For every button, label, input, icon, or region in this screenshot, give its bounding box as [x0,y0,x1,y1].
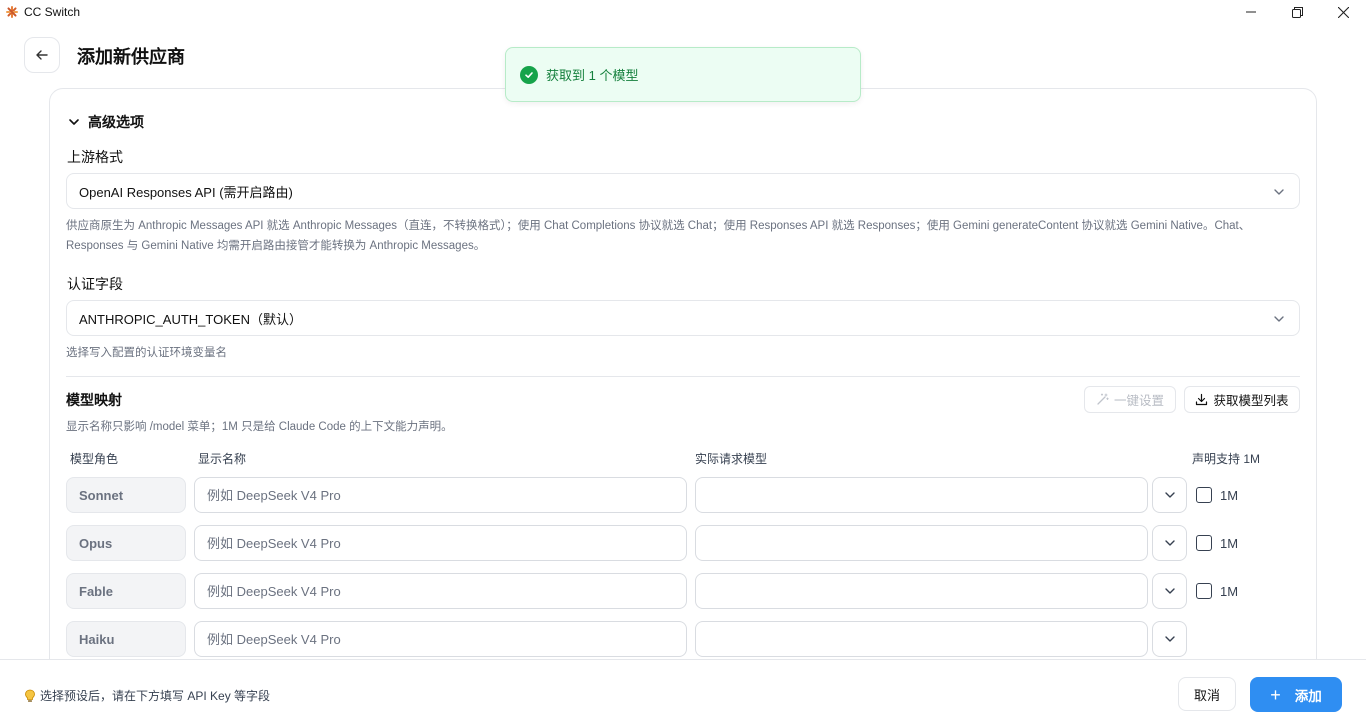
add-button-label: 添加 [1294,688,1322,704]
actual-model-input-fable[interactable] [695,573,1148,609]
success-toast: 获取到 1 个模型 [505,47,861,102]
display-name-input-sonnet[interactable] [194,477,687,513]
display-name-input-opus[interactable] [194,525,687,561]
advanced-options-toggle[interactable]: 高级选项 [68,112,144,132]
declare-1m-label-opus: 1M [1220,536,1239,551]
title-bar: CC Switch [0,0,1366,24]
minimize-icon [1246,11,1256,13]
model-role-haiku: Haiku [66,621,186,657]
section-divider [66,376,1300,377]
declare-1m-label-fable: 1M [1220,584,1239,599]
actual-model-input-haiku[interactable] [695,621,1148,657]
declare-1m-checkbox-fable[interactable] [1196,583,1212,599]
close-button[interactable] [1320,0,1366,24]
auth-field-label: 认证字段 [67,276,123,292]
cancel-button[interactable]: 取消 [1178,677,1236,711]
chevron-down-icon [1274,316,1284,322]
model-role-fable: Fable [66,573,186,609]
model-mapping-description: 显示名称只影响 /model 菜单；1M 只是给 Claude Code 的上下… [66,421,453,433]
upstream-format-help-line1: 供应商原生为 Anthropic Messages API 就选 Anthrop… [66,220,1251,232]
model-dropdown-button-sonnet[interactable] [1152,477,1187,513]
toast-message: 获取到 1 个模型 [546,68,639,83]
model-dropdown-button-opus[interactable] [1152,525,1187,561]
model-mapping-title: 模型映射 [66,392,122,408]
model-role-sonnet: Sonnet [66,477,186,513]
upstream-format-value: OpenAI Responses API (需开启路由) [79,184,293,200]
auth-field-select[interactable]: ANTHROPIC_AUTH_TOKEN（默认） [66,300,1300,336]
chevron-down-icon [1164,588,1175,594]
column-header-role: 模型角色 [70,452,119,466]
chevron-down-icon [1274,189,1284,195]
check-circle-icon [520,65,538,84]
chevron-down-icon [1164,540,1175,546]
plus-icon: + [1270,684,1281,705]
declare-1m-checkbox-sonnet[interactable] [1196,487,1212,503]
column-header-actual-model: 实际请求模型 [695,452,768,466]
model-dropdown-button-fable[interactable] [1152,573,1187,609]
footer-hint: 选择预设后，请在下方填写 API Key 等字段 [24,687,270,704]
window-title: CC Switch [24,5,81,19]
fetch-model-list-label: 获取模型列表 [1213,394,1289,408]
app-logo-icon [6,6,18,18]
restore-button[interactable] [1274,0,1320,24]
upstream-format-select[interactable]: OpenAI Responses API (需开启路由) [66,173,1300,209]
one-click-setup-button[interactable]: 一键设置 [1084,386,1176,413]
chevron-down-icon [69,119,79,125]
display-name-input-haiku[interactable] [194,621,687,657]
window-controls [1228,0,1366,24]
chevron-down-icon [1164,492,1175,498]
column-header-display-name: 显示名称 [198,452,247,466]
auth-field-value: ANTHROPIC_AUTH_TOKEN（默认） [79,311,302,327]
model-role-opus: Opus [66,525,186,561]
advanced-options-label: 高级选项 [88,114,144,130]
chevron-down-icon [1164,636,1175,642]
back-button[interactable] [24,37,60,73]
auth-field-help: 选择写入配置的认证环境变量名 [66,347,227,359]
add-button[interactable]: + 添加 [1250,677,1342,712]
magic-wand-icon [1096,393,1109,406]
declare-1m-label-sonnet: 1M [1220,488,1239,503]
column-header-declare-1m: 声明支持 1M [1192,452,1261,466]
upstream-format-label: 上游格式 [67,149,123,165]
upstream-format-help-line2: Responses 与 Gemini Native 均需开启路由接管才能转换为 … [66,240,486,252]
close-icon [1337,6,1349,18]
upstream-format-help: 供应商原生为 Anthropic Messages API 就选 Anthrop… [66,216,1300,256]
display-name-input-fable[interactable] [194,573,687,609]
lightbulb-icon [24,689,36,703]
arrow-left-icon [36,50,48,60]
one-click-setup-label: 一键设置 [1113,394,1164,408]
fetch-model-list-button[interactable]: 获取模型列表 [1184,386,1300,413]
download-icon [1195,393,1208,406]
model-dropdown-button-haiku[interactable] [1152,621,1187,657]
actual-model-input-sonnet[interactable] [695,477,1148,513]
restore-icon [1291,6,1303,18]
page-title: 添加新供应商 [77,47,185,67]
minimize-button[interactable] [1228,0,1274,24]
footer-hint-text: 选择预设后，请在下方填写 API Key 等字段 [40,689,271,703]
declare-1m-checkbox-opus[interactable] [1196,535,1212,551]
actual-model-input-opus[interactable] [695,525,1148,561]
